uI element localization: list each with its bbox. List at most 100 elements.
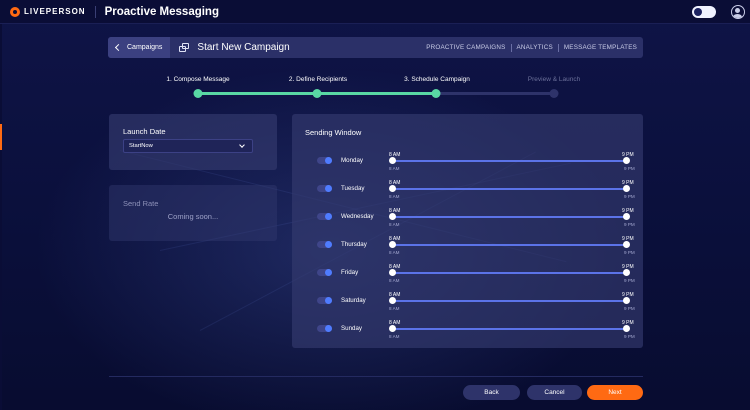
day-name: Sunday: [341, 325, 362, 332]
slider-max-label: 9 PM: [624, 306, 635, 311]
launch-date-selected-value: StartNow: [129, 143, 153, 149]
slider-max-label: 9 PM: [624, 166, 635, 171]
slider-min-label: 8 AM: [389, 250, 400, 255]
day-row-monday: Monday 8 AM 9 PM 8 AM 9 PM: [292, 152, 643, 172]
step-dot-define-recipients[interactable]: [312, 89, 322, 98]
chevron-down-icon: [239, 142, 245, 148]
send-rate-coming-soon: Coming soon...: [167, 212, 219, 221]
slider-end-handle[interactable]: [623, 269, 630, 276]
slider-start-handle[interactable]: [389, 269, 396, 276]
slider-min-label: 8 AM: [389, 194, 400, 199]
logo-text: LIVEPERSON: [24, 7, 86, 16]
day-toggle[interactable]: [317, 325, 332, 332]
nav-link-proactive-campaigns[interactable]: PROACTIVE CAMPAIGNS: [426, 44, 505, 51]
slider-start-handle[interactable]: [389, 157, 396, 164]
user-avatar-icon[interactable]: [731, 5, 745, 19]
stepper-labels: 1. Compose Message 2. Define Recipients …: [0, 72, 750, 83]
slider-min-label: 8 AM: [389, 334, 400, 339]
sending-window-title: Sending Window: [305, 128, 362, 137]
app-window: LIVEPERSON Proactive Messaging Campaigns…: [0, 0, 750, 410]
slider-min-label: 8 AM: [389, 306, 400, 311]
step-label-compose-message[interactable]: 1. Compose Message: [166, 76, 229, 83]
campaign-title: Start New Campaign: [197, 42, 290, 53]
time-range-slider-track[interactable]: [392, 244, 626, 246]
campaign-header-bar: Campaigns Start New Campaign PROACTIVE C…: [108, 37, 643, 58]
sending-window-panel: Sending Window Monday 8 AM 9 PM 8 AM 9 PM Tue…: [292, 114, 643, 348]
time-range-slider-track[interactable]: [392, 160, 626, 162]
slider-start-handle[interactable]: [389, 213, 396, 220]
back-button[interactable]: Back: [463, 385, 520, 400]
day-name: Friday: [341, 269, 359, 276]
day-row-sunday: Sunday 8 AM 9 PM 8 AM 9 PM: [292, 320, 643, 340]
campaign-nav: PROACTIVE CAMPAIGNS ANALYTICS MESSAGE TE…: [426, 37, 637, 58]
step-dot-preview-launch: [549, 89, 559, 98]
day-name: Thursday: [341, 241, 367, 248]
send-rate-panel: Send Rate Coming soon...: [109, 185, 277, 241]
step-label-schedule-campaign[interactable]: 3. Schedule Campaign: [404, 76, 470, 83]
slider-max-label: 9 PM: [624, 334, 635, 339]
brand-logo[interactable]: LIVEPERSON: [10, 6, 86, 17]
slider-start-handle[interactable]: [389, 185, 396, 192]
nav-divider: [557, 43, 559, 52]
slider-min-label: 8 AM: [389, 222, 400, 227]
nav-divider: [510, 43, 512, 52]
slider-end-handle[interactable]: [623, 325, 630, 332]
day-toggle[interactable]: [317, 185, 332, 192]
header-divider: [94, 5, 96, 18]
time-range-slider-track[interactable]: [392, 188, 626, 190]
day-name: Wednesday: [341, 213, 374, 220]
next-button[interactable]: Next: [587, 385, 643, 400]
chevron-left-icon: [114, 43, 123, 52]
nav-link-analytics[interactable]: ANALYTICS: [517, 44, 553, 51]
day-toggle[interactable]: [317, 157, 332, 164]
day-row-thursday: Thursday 8 AM 9 PM 8 AM 9 PM: [292, 236, 643, 256]
time-range-slider-track[interactable]: [392, 216, 626, 218]
slider-start-handle[interactable]: [389, 297, 396, 304]
day-row-wednesday: Wednesday 8 AM 9 PM 8 AM 9 PM: [292, 208, 643, 228]
slider-start-handle[interactable]: [389, 241, 396, 248]
slider-end-handle[interactable]: [623, 157, 630, 164]
campaigns-back-label: Campaigns: [127, 44, 163, 51]
slider-min-label: 8 AM: [389, 166, 400, 171]
slider-end-handle[interactable]: [623, 213, 630, 220]
launch-date-panel: Launch Date StartNow: [109, 114, 277, 170]
day-row-friday: Friday 8 AM 9 PM 8 AM 9 PM: [292, 264, 643, 284]
slider-start-handle[interactable]: [389, 325, 396, 332]
day-toggle[interactable]: [317, 241, 332, 248]
nav-link-message-templates[interactable]: MESSAGE TEMPLATES: [564, 44, 637, 51]
day-name: Saturday: [341, 297, 366, 304]
slider-max-label: 9 PM: [624, 222, 635, 227]
day-toggle[interactable]: [317, 269, 332, 276]
cancel-button[interactable]: Cancel: [527, 385, 582, 400]
footer-divider: [109, 376, 643, 377]
step-dot-schedule-campaign[interactable]: [431, 89, 441, 98]
time-range-slider-track[interactable]: [392, 328, 626, 330]
day-toggle[interactable]: [317, 213, 332, 220]
day-row-tuesday: Tuesday 8 AM 9 PM 8 AM 9 PM: [292, 180, 643, 200]
slider-min-label: 8 AM: [389, 278, 400, 283]
slider-end-handle[interactable]: [623, 185, 630, 192]
theme-toggle[interactable]: [692, 6, 716, 18]
day-row-saturday: Saturday 8 AM 9 PM 8 AM 9 PM: [292, 292, 643, 312]
slider-max-label: 9 PM: [624, 278, 635, 283]
time-range-slider-track[interactable]: [392, 300, 626, 302]
day-name: Tuesday: [341, 185, 365, 192]
launch-date-title: Launch Date: [123, 127, 166, 136]
day-name: Monday: [341, 157, 364, 164]
send-rate-title: Send Rate: [123, 199, 159, 208]
slider-end-handle[interactable]: [623, 241, 630, 248]
step-label-preview-launch: Preview & Launch: [527, 76, 581, 83]
day-toggle[interactable]: [317, 297, 332, 304]
slider-max-label: 9 PM: [624, 194, 635, 199]
launch-date-select[interactable]: StartNow: [123, 139, 253, 153]
step-label-define-recipients[interactable]: 2. Define Recipients: [289, 76, 347, 83]
step-dot-compose-message[interactable]: [193, 89, 203, 98]
slider-max-label: 9 PM: [624, 250, 635, 255]
top-header: LIVEPERSON Proactive Messaging: [0, 0, 750, 24]
left-rail-active-indicator: [0, 124, 2, 150]
copy-icon: [179, 43, 190, 52]
time-range-slider-track[interactable]: [392, 272, 626, 274]
app-title: Proactive Messaging: [104, 5, 219, 18]
slider-end-handle[interactable]: [623, 297, 630, 304]
campaigns-back-button[interactable]: Campaigns: [108, 37, 171, 58]
